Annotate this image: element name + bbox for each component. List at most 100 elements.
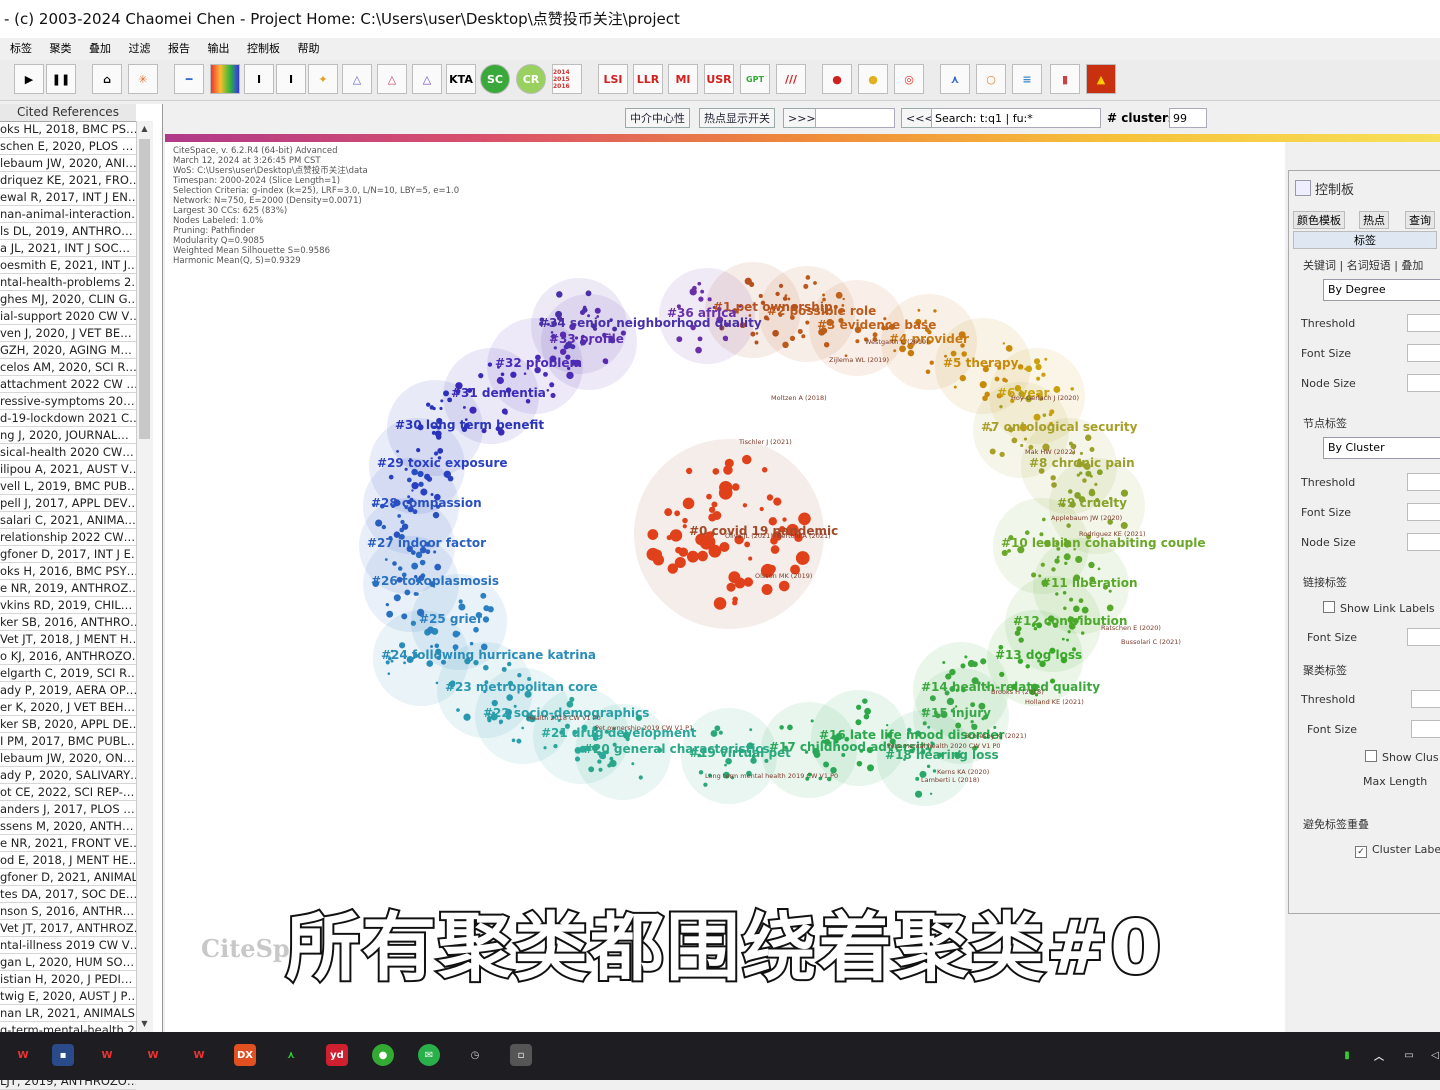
network-node[interactable]: [706, 493, 712, 500]
reference-row[interactable]: istian H, 2020, J PEDI…: [0, 971, 136, 988]
network-node[interactable]: [550, 392, 556, 398]
i-beam-icon[interactable]: I: [244, 64, 274, 94]
reference-row[interactable]: a JL, 2021, INT J SOC…: [0, 240, 136, 257]
network-node[interactable]: [462, 405, 466, 409]
cr-button[interactable]: CR: [516, 64, 546, 94]
network-node[interactable]: [652, 554, 665, 566]
network-node[interactable]: [712, 468, 720, 475]
network-node[interactable]: [1081, 606, 1089, 614]
network-node[interactable]: [698, 296, 704, 302]
cited-references-scrollbar[interactable]: ▲ ▼: [136, 121, 153, 1032]
menu-help[interactable]: 帮助: [298, 38, 320, 60]
menu-export[interactable]: 输出: [208, 38, 230, 60]
cluster-label[interactable]: #5 therapy: [943, 356, 1018, 370]
network-node[interactable]: [1062, 591, 1067, 595]
network-node[interactable]: [964, 655, 968, 659]
network-node[interactable]: [482, 616, 490, 623]
reference-row[interactable]: vell L, 2019, BMC PUB…: [0, 478, 136, 495]
reference-row[interactable]: ghes MJ, 2020, CLIN G…: [0, 291, 136, 308]
wechat-icon[interactable]: ✉: [418, 1044, 440, 1066]
cluster-label[interactable]: #23 metropolitan core: [445, 680, 598, 694]
network-node[interactable]: [842, 297, 845, 301]
menu-overlay[interactable]: 叠加: [89, 38, 111, 60]
cluster-labels-checkbox[interactable]: ✓ Cluster Labe: [1355, 843, 1440, 858]
network-node[interactable]: [867, 764, 875, 772]
cluster-label[interactable]: #25 grief: [419, 612, 482, 626]
network-node[interactable]: [1019, 367, 1023, 370]
cluster-label[interactable]: #18 hearing loss: [885, 748, 999, 762]
reference-row[interactable]: ial-support 2020 CW V…: [0, 308, 136, 325]
network-node[interactable]: [456, 708, 460, 712]
network-node[interactable]: [574, 756, 581, 762]
reference-row[interactable]: ls DL, 2019, ANTHRO…: [0, 223, 136, 240]
threshold-field[interactable]: [1411, 690, 1440, 708]
network-node[interactable]: [1085, 434, 1092, 441]
cluster-label[interactable]: #24 following hurricane katrina: [381, 648, 596, 662]
network-node[interactable]: [813, 281, 817, 285]
reference-row[interactable]: ssens M, 2020, ANTH…: [0, 818, 136, 835]
mi-button[interactable]: MI: [668, 64, 698, 94]
network-node[interactable]: [1042, 413, 1047, 417]
network-node[interactable]: [971, 661, 978, 668]
network-node[interactable]: [682, 517, 688, 524]
reference-row[interactable]: ntal-illness 2019 CW V…: [0, 937, 136, 954]
network-node[interactable]: [855, 719, 862, 726]
network-node[interactable]: [1024, 367, 1027, 371]
network-node[interactable]: [507, 661, 512, 667]
network-node[interactable]: [429, 405, 435, 410]
network-node[interactable]: [469, 641, 474, 646]
network-node[interactable]: [1080, 631, 1085, 635]
network-node[interactable]: [483, 664, 489, 671]
network-node[interactable]: [483, 605, 490, 612]
network-node[interactable]: [1001, 549, 1008, 556]
network-node[interactable]: [700, 289, 705, 294]
node-label-select[interactable]: By Cluster: [1323, 437, 1440, 459]
network-node[interactable]: [801, 334, 806, 339]
reference-row[interactable]: sical-health 2020 CW…: [0, 444, 136, 461]
reference-row[interactable]: ker SB, 2020, APPL DE…: [0, 716, 136, 733]
network-node[interactable]: [689, 288, 697, 296]
play-button[interactable]: ▶: [14, 64, 44, 94]
network-node[interactable]: [458, 603, 466, 611]
app-icon[interactable]: ●: [372, 1044, 394, 1066]
network-node[interactable]: [863, 713, 870, 720]
network-node[interactable]: [933, 309, 937, 313]
cluster-label[interactable]: #10 lesbian cohabiting couple: [1001, 536, 1205, 550]
network-node[interactable]: [498, 719, 504, 724]
network-node[interactable]: [959, 374, 966, 382]
threshold-field[interactable]: [1407, 314, 1440, 332]
checkbox-box[interactable]: [1365, 750, 1377, 762]
network-node[interactable]: [742, 454, 752, 465]
network-node[interactable]: [942, 661, 946, 664]
network-node[interactable]: [778, 580, 790, 592]
wps-icon[interactable]: W: [142, 1044, 164, 1066]
usr-button[interactable]: USR: [704, 64, 734, 94]
network-node[interactable]: [1120, 522, 1128, 530]
network-node[interactable]: [669, 529, 683, 542]
network-node[interactable]: [1041, 372, 1046, 377]
network-node[interactable]: [434, 563, 442, 571]
reference-row[interactable]: ven J, 2020, J VET BE…: [0, 325, 136, 342]
network-node[interactable]: [392, 561, 397, 566]
network-node[interactable]: [447, 475, 454, 482]
network-node[interactable]: [863, 700, 867, 704]
reference-row[interactable]: o KJ, 2016, ANTHROZO…: [0, 648, 136, 665]
lsi-button[interactable]: LSI: [598, 64, 628, 94]
network-node[interactable]: [711, 501, 718, 508]
cluster-label[interactable]: #2 possible role: [767, 304, 876, 318]
network-node[interactable]: [455, 631, 461, 636]
network-node[interactable]: [999, 451, 1005, 458]
network-node[interactable]: [754, 340, 759, 345]
tab-color-template[interactable]: 颜色模板: [1293, 211, 1345, 229]
reference-row[interactable]: ntal-health-problems 2…: [0, 274, 136, 291]
network-node[interactable]: [1108, 589, 1112, 593]
cluster-label[interactable]: #29 toxic exposure: [377, 456, 508, 470]
network-node[interactable]: [805, 275, 811, 280]
app-icon[interactable]: ▫: [510, 1044, 532, 1066]
bars-icon[interactable]: ▮: [1050, 64, 1080, 94]
reference-row[interactable]: vkins RD, 2019, CHIL…: [0, 597, 136, 614]
network-node[interactable]: [872, 332, 878, 338]
network-node[interactable]: [885, 723, 889, 727]
reference-row[interactable]: gfoner D, 2017, INT J E…: [0, 546, 136, 563]
network-node[interactable]: [647, 529, 659, 540]
